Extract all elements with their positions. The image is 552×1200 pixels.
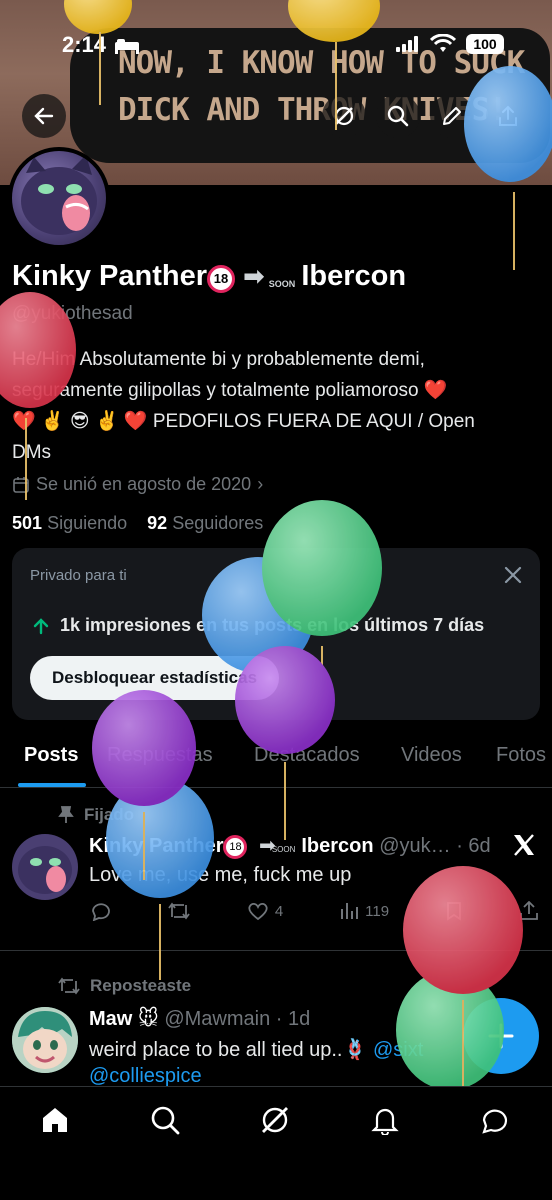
calendar-icon: [13, 476, 29, 493]
status-bar: 2:14 100: [0, 30, 552, 60]
post-text: Love me, use me, fuck me up: [89, 864, 352, 886]
bookmark-button[interactable]: [445, 901, 463, 921]
bookmark-icon: [447, 902, 461, 921]
following-link[interactable]: 501 Siguiendo: [12, 513, 127, 533]
chevron-right-icon: ›: [257, 474, 264, 494]
repost-context: Reposteaste: [58, 976, 191, 996]
profile-handle: @yukiothesad: [12, 303, 133, 324]
share-icon: [499, 105, 517, 126]
repost-icon: [168, 902, 190, 920]
impressions-text: 1k impresiones en tus posts en los últim…: [32, 615, 484, 636]
followers-link[interactable]: 92 Seguidores: [147, 513, 263, 533]
search-icon[interactable]: [150, 1105, 180, 1135]
private-label: Privado para ti: [30, 567, 127, 584]
compose-button[interactable]: [463, 998, 539, 1074]
post-avatar[interactable]: [12, 834, 78, 900]
arrow-up-icon: [33, 617, 49, 634]
reply-button[interactable]: [89, 901, 111, 921]
search-button[interactable]: [376, 94, 420, 138]
age-18-badge: 18: [207, 265, 235, 293]
post-text: weird place to be all tied up..🪢 @sixt: [89, 1039, 424, 1061]
home-icon[interactable]: [40, 1105, 70, 1135]
tab-highlights[interactable]: Destacados: [254, 744, 360, 767]
soon-label: SOON: [271, 845, 296, 854]
maw-avatar-art: [12, 1007, 78, 1073]
like-icon: [248, 902, 268, 921]
close-icon[interactable]: [502, 564, 524, 586]
grok-icon[interactable]: [260, 1105, 290, 1135]
back-button[interactable]: [22, 94, 66, 138]
unlock-stats-button[interactable]: Desbloquear estadísticas: [30, 656, 280, 700]
profile-avatar[interactable]: [8, 147, 110, 249]
tab-replies[interactable]: Respuestas: [107, 744, 213, 767]
tab-videos[interactable]: Videos: [401, 744, 462, 767]
profile-tabs: Posts Respuestas Destacados Videos Fotos: [0, 730, 552, 788]
arrow-right-icon: ➡: [243, 261, 265, 291]
age-18-badge: 18: [223, 835, 248, 859]
post-avatar[interactable]: [12, 1007, 78, 1073]
search-icon: [387, 105, 409, 127]
share-button[interactable]: [486, 94, 530, 138]
sleep-focus-icon: [115, 39, 139, 54]
grok-button[interactable]: [322, 94, 366, 138]
like-button[interactable]: 4: [247, 901, 283, 921]
soon-label: SOON: [268, 279, 296, 289]
post-text-line2: @colliespice: [89, 1065, 202, 1088]
post-divider: [0, 950, 552, 951]
tab-photos[interactable]: Fotos: [496, 744, 546, 767]
edit-icon: [443, 107, 461, 125]
joined-date[interactable]: Se unió en agosto de 2020 ›: [12, 474, 263, 495]
messages-icon[interactable]: [480, 1105, 510, 1135]
share-post-button[interactable]: [519, 901, 539, 921]
panther-avatar-art: [12, 834, 78, 900]
edit-button[interactable]: [430, 94, 474, 138]
views-button[interactable]: 119: [339, 901, 389, 921]
reply-icon: [92, 903, 110, 921]
views-icon: [341, 903, 359, 919]
pinned-context: Fijado: [58, 805, 134, 825]
pin-icon: [58, 806, 74, 823]
repost-button[interactable]: [167, 901, 191, 921]
grok-icon: [334, 106, 354, 126]
mention-link[interactable]: @colliespice: [89, 1065, 202, 1087]
analytics-card: Privado para ti 1k impresiones en tus po…: [12, 548, 540, 720]
panther-avatar-art: [21, 155, 97, 235]
bottom-navigation: [0, 1086, 552, 1200]
mention-link[interactable]: @sixt: [373, 1039, 423, 1061]
x-logo-icon: [514, 834, 534, 856]
wifi-icon: [430, 34, 456, 52]
signal-icon: [396, 36, 418, 52]
post-actions: 4 119: [89, 901, 539, 921]
tab-posts[interactable]: Posts: [24, 744, 78, 767]
active-tab-indicator: [18, 783, 86, 787]
notifications-icon[interactable]: [370, 1105, 400, 1135]
follow-stats: 501 Siguiendo 92 Seguidores: [12, 513, 263, 534]
status-time: 2:14: [62, 32, 107, 57]
share-icon: [520, 901, 538, 920]
post-header: Kinky Panther 18 ➡SOON Ibercon @yuk… · 6d: [89, 835, 491, 859]
profile-name: Kinky Panther 18 ➡ SOON Ibercon: [12, 260, 407, 293]
battery-indicator: 100: [466, 34, 504, 54]
back-icon: [34, 107, 54, 125]
profile-bio: He/Him Absolutamente bi y probablemente …: [12, 349, 475, 463]
repost-icon: [58, 977, 80, 995]
plus-icon: [488, 1023, 514, 1049]
